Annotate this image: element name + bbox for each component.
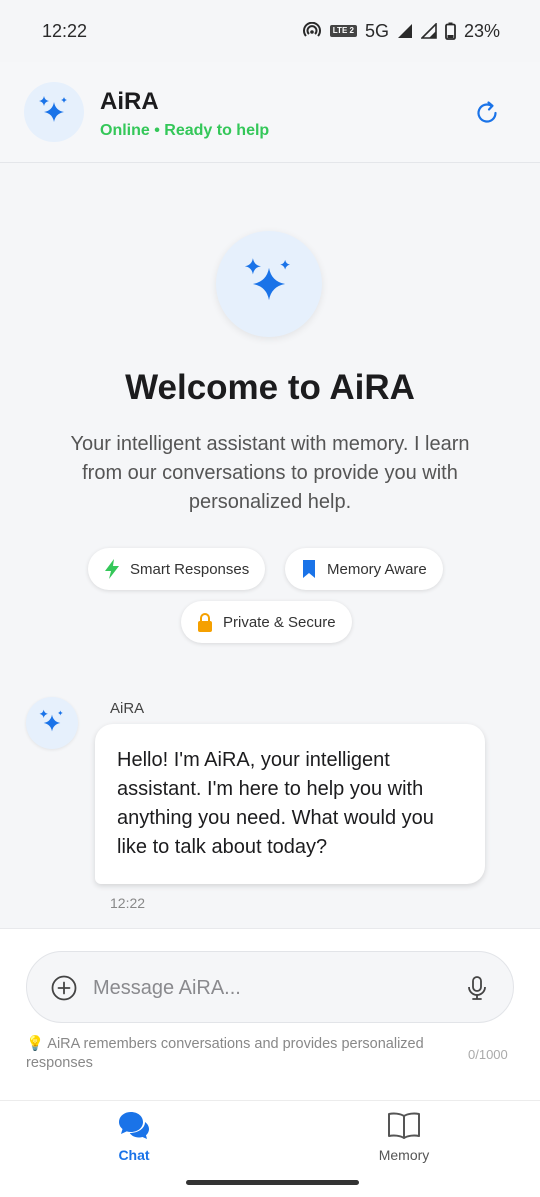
lock-icon — [198, 613, 212, 632]
feature-label: Private & Secure — [223, 613, 336, 631]
message-avatar — [26, 697, 78, 749]
lightning-icon — [105, 559, 119, 579]
add-attachment-icon[interactable] — [51, 975, 77, 1001]
message-input[interactable] — [91, 966, 455, 1010]
composer: 💡 AiRA remembers conversations and provi… — [0, 928, 540, 1101]
microphone-icon[interactable] — [463, 974, 491, 1002]
feature-chip-smart-responses[interactable]: Smart Responses — [88, 548, 266, 590]
nav-tab-memory[interactable]: Memory — [344, 1111, 464, 1163]
feature-chip-private-secure[interactable]: Private & Secure — [181, 601, 352, 643]
nav-tab-chat[interactable]: Chat — [74, 1111, 194, 1163]
battery-percent: 23% — [463, 20, 500, 41]
message-input-container — [26, 951, 514, 1023]
feature-label: Smart Responses — [130, 560, 250, 578]
sparkles-icon — [39, 709, 63, 732]
message-bubble[interactable]: Hello! I'm AiRA, your intelligent assist… — [95, 724, 485, 884]
refresh-icon — [477, 101, 497, 123]
network-type: 5G — [364, 20, 389, 41]
bookmark-icon — [303, 560, 315, 578]
status-bar: 12:22 LTE 2 5G 23% — [0, 0, 540, 62]
welcome-title: Welcome to AiRA — [125, 368, 415, 407]
sparkles-icon — [244, 258, 290, 301]
nav-label-memory: Memory — [378, 1147, 430, 1163]
refresh-button[interactable] — [470, 96, 504, 130]
app-header: AiRA Online • Ready to help — [0, 62, 540, 163]
app-title: AiRA — [100, 88, 159, 115]
battery-icon — [445, 22, 456, 40]
status-time: 12:22 — [42, 20, 88, 41]
hotspot-icon — [302, 22, 322, 40]
assistant-avatar — [24, 82, 84, 142]
sparkles-icon — [39, 96, 67, 122]
signal-icon-2 — [420, 23, 437, 39]
message-timestamp: 12:22 — [110, 895, 146, 911]
volte-badge: LTE 2 — [329, 25, 357, 37]
chat-bubble-icon — [119, 1112, 149, 1139]
online-status: Online • Ready to help — [100, 122, 270, 139]
feature-chip-memory-aware[interactable]: Memory Aware — [285, 548, 443, 590]
feature-label: Memory Aware — [327, 560, 427, 578]
status-icons: LTE 2 5G 23% — [302, 21, 500, 42]
character-count: 0/1000 — [468, 1047, 508, 1062]
nav-label-chat: Chat — [118, 1147, 150, 1163]
welcome-description: Your intelligent assistant with memory. … — [70, 433, 470, 513]
welcome-avatar — [216, 231, 322, 337]
memory-hint: 💡 AiRA remembers conversations and provi… — [26, 1036, 424, 1071]
home-indicator[interactable] — [186, 1180, 359, 1185]
book-icon — [388, 1112, 420, 1139]
message-sender: AiRA — [110, 700, 145, 717]
signal-icon — [397, 23, 413, 39]
